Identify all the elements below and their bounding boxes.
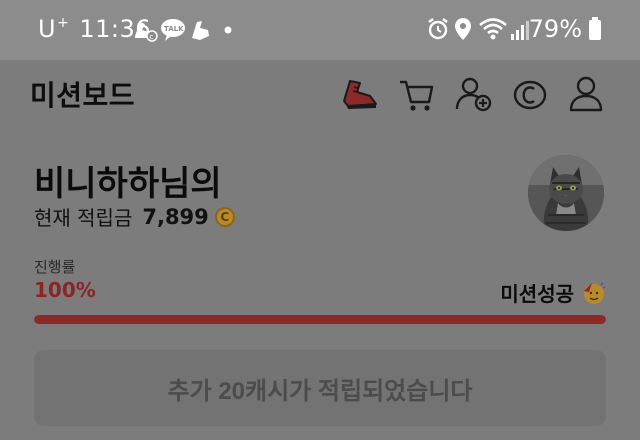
signal-icon	[511, 21, 529, 40]
party-face-icon	[584, 282, 606, 304]
svg-text:c: c	[150, 33, 154, 41]
shoe-icon[interactable]	[340, 74, 380, 114]
coin-icon: C	[214, 206, 235, 227]
dot-icon	[224, 26, 232, 34]
page-title: 미션보드	[30, 79, 136, 112]
running-shoe-notification-icon-2	[192, 21, 209, 40]
cart-icon[interactable]	[396, 74, 436, 114]
progress-bar	[34, 315, 606, 324]
progress-percent: 100%	[34, 278, 96, 302]
progress-label: 진행률	[34, 258, 76, 276]
points-label: 현재 적립금	[34, 206, 133, 230]
mission-board-screen: 미션보드 비니하하님의 현재 적립금 7,899 C 진행률 100% 미션성공…	[0, 60, 640, 440]
carrier-plus: +	[57, 15, 70, 31]
profile-icon[interactable]	[566, 74, 606, 114]
avatar[interactable]	[528, 155, 604, 231]
cat-photo	[528, 155, 604, 231]
status-bar: U + 11:36 c TALK 79%	[0, 0, 640, 60]
user-greeting: 비니하하님의	[34, 164, 222, 204]
points-value: 7,899	[142, 204, 209, 229]
alarm-icon	[428, 18, 448, 40]
svg-text:TALK: TALK	[164, 25, 184, 33]
running-shoe-notification-icon: c	[135, 22, 158, 42]
points-row: 현재 적립금 7,899 C	[34, 202, 235, 231]
cash-coin-icon[interactable]	[510, 74, 550, 114]
mission-status-text: 미션성공	[500, 282, 574, 306]
battery-icon	[589, 17, 601, 40]
carrier-label: U	[38, 15, 57, 43]
cash-earned-notice[interactable]: 추가 20캐시가 적립되었습니다	[34, 350, 606, 426]
battery-percent: 79%	[528, 15, 582, 43]
wifi-icon	[479, 18, 507, 40]
progress-fill	[34, 315, 606, 324]
add-friend-icon[interactable]	[454, 74, 494, 114]
mission-status: 미션성공	[500, 278, 606, 307]
kakaotalk-icon: TALK	[161, 19, 185, 41]
location-icon	[455, 18, 471, 40]
